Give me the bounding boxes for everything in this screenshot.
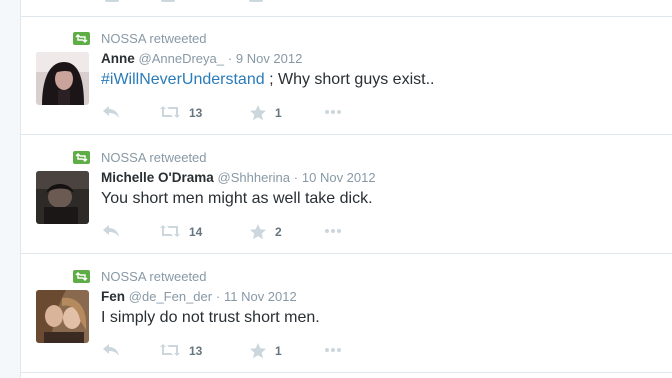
tweet[interactable]: NOSSA retweeted Anne @AnneDreya_ · 9 Nov… — [21, 17, 672, 135]
retweet-button[interactable]: 13 — [159, 341, 219, 361]
favorite-count: 2 — [275, 225, 282, 239]
favorite-button[interactable]: 1 — [249, 103, 293, 123]
previous-tweet-stub — [21, 0, 672, 17]
tweet-header: Fen @de_Fen_der · 11 Nov 2012 — [101, 288, 297, 306]
favorite-count: 1 — [275, 344, 282, 358]
username[interactable]: @AnneDreya_ — [139, 51, 224, 66]
reply-button[interactable] — [101, 341, 125, 361]
star-icon — [250, 105, 266, 121]
tweet-actions: 13 1 — [101, 103, 421, 123]
retweet-button[interactable]: 14 — [159, 222, 219, 242]
separator: · — [293, 170, 299, 185]
avatar[interactable] — [36, 52, 89, 105]
favorite-count: 1 — [275, 106, 282, 120]
reply-icon[interactable] — [105, 0, 119, 2]
star-icon[interactable] — [249, 0, 263, 2]
timeline: NOSSA retweeted Anne @AnneDreya_ · 9 Nov… — [20, 0, 672, 378]
retweet-badge-icon — [73, 151, 90, 164]
timestamp[interactable]: 9 Nov 2012 — [236, 51, 303, 66]
reply-icon — [103, 344, 119, 356]
retweet-badge-icon — [73, 32, 90, 45]
retweet-button[interactable]: 13 — [159, 103, 219, 123]
fullname[interactable]: Anne — [101, 51, 135, 66]
star-icon — [250, 224, 266, 240]
retweet-label: retweeted — [149, 31, 207, 46]
timestamp[interactable]: 10 Nov 2012 — [302, 170, 376, 185]
reply-icon — [103, 106, 119, 118]
tweet-header: Anne @AnneDreya_ · 9 Nov 2012 — [101, 50, 302, 68]
tweet-body: ; Why short guys exist.. — [264, 71, 435, 88]
retweet-icon — [160, 225, 180, 237]
favorite-button[interactable]: 1 — [249, 341, 293, 361]
more-button[interactable] — [323, 341, 347, 361]
retweet-badge-icon — [73, 270, 90, 283]
retweet-context[interactable]: NOSSA retweeted — [101, 150, 207, 166]
retweeter-name[interactable]: NOSSA — [101, 150, 146, 165]
fullname[interactable]: Fen — [101, 289, 125, 304]
reply-icon — [103, 225, 119, 237]
more-icon — [325, 348, 341, 352]
retweet-context[interactable]: NOSSA retweeted — [101, 31, 207, 47]
retweeter-name[interactable]: NOSSA — [101, 269, 146, 284]
tweet-body: You short men might as well take dick. — [101, 190, 373, 207]
tweet-actions: 14 2 — [101, 222, 421, 242]
retweet-label: retweeted — [149, 269, 207, 284]
retweet-icon — [160, 106, 180, 118]
retweeter-name[interactable]: NOSSA — [101, 31, 146, 46]
tweet[interactable]: NOSSA retweeted Fen @de_Fen_der · 11 Nov… — [21, 255, 672, 373]
avatar[interactable] — [36, 171, 89, 224]
avatar[interactable] — [36, 290, 89, 343]
reply-button[interactable] — [101, 103, 125, 123]
retweet-icon[interactable] — [161, 0, 175, 2]
fullname[interactable]: Michelle O'Drama — [101, 170, 214, 185]
username[interactable]: @de_Fen_der — [129, 289, 212, 304]
retweet-icon — [160, 344, 180, 356]
more-icon — [325, 110, 341, 114]
retweet-count: 13 — [189, 106, 203, 120]
timestamp[interactable]: 11 Nov 2012 — [224, 289, 297, 304]
tweet[interactable]: NOSSA retweeted Michelle O'Drama @Shhher… — [21, 136, 672, 254]
tweet-header: Michelle O'Drama @Shhherina · 10 Nov 201… — [101, 169, 376, 187]
star-icon — [250, 343, 266, 359]
retweet-label: retweeted — [149, 150, 207, 165]
more-button[interactable] — [323, 103, 347, 123]
username[interactable]: @Shhherina — [218, 170, 290, 185]
tweet-actions: 13 1 — [101, 341, 421, 361]
retweet-context[interactable]: NOSSA retweeted — [101, 269, 207, 285]
separator: · — [215, 289, 221, 304]
tweet-body: I simply do not trust short men. — [101, 309, 320, 326]
more-icon — [325, 229, 341, 233]
tweet-text: #iWillNeverUnderstand ; Why short guys e… — [101, 69, 434, 91]
tweet-text: I simply do not trust short men. — [101, 307, 320, 329]
more-button[interactable] — [323, 222, 347, 242]
separator: · — [227, 51, 233, 66]
tweet-text: You short men might as well take dick. — [101, 188, 373, 210]
retweet-count: 13 — [189, 344, 203, 358]
favorite-button[interactable]: 2 — [249, 222, 293, 242]
retweet-count: 14 — [189, 225, 203, 239]
hashtag-link[interactable]: #iWillNeverUnderstand — [101, 71, 265, 88]
reply-button[interactable] — [101, 222, 125, 242]
